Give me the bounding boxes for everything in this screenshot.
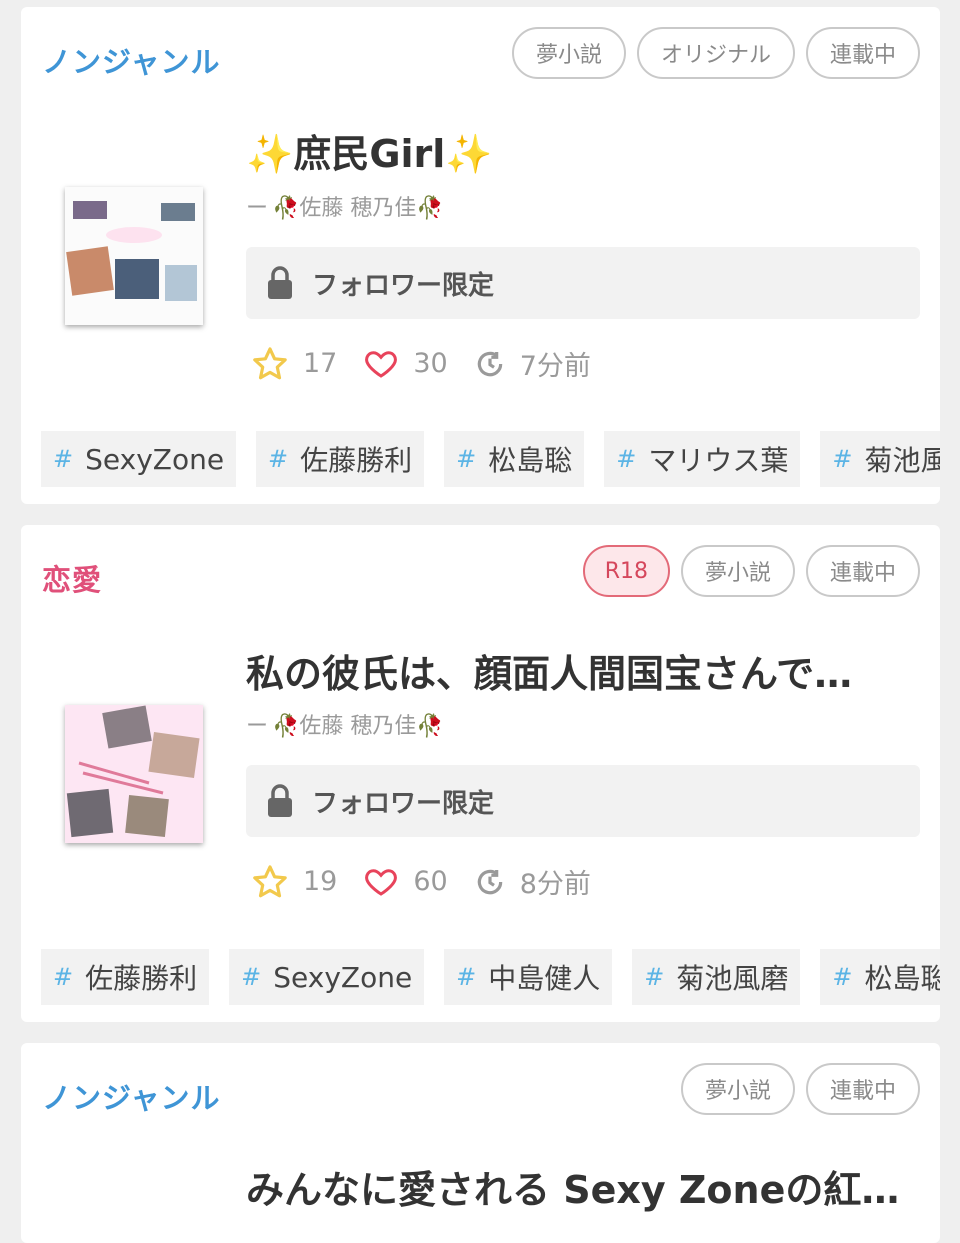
novel-title-text: 庶民Girl [293, 132, 446, 176]
tag-chip[interactable]: # 松島聡 [820, 949, 940, 1005]
badge-dream-novel: 夢小説 [511, 27, 626, 79]
tag-chip[interactable]: # 中島健人 [444, 949, 613, 1005]
tag-chip[interactable]: # 佐藤勝利 [256, 431, 425, 487]
badge-row: 夢小説 オリジナル 連載中 [511, 27, 920, 79]
stats-row: 17 30 7分前 [251, 344, 617, 383]
badge-original: オリジナル [636, 27, 795, 79]
tag-chip[interactable]: # マリウス葉 [604, 431, 801, 487]
star-icon [253, 346, 287, 379]
badge-dream-novel: 夢小説 [680, 1063, 795, 1115]
tag-label: 松島聡 [864, 962, 940, 995]
tag-label: SexyZone [85, 442, 225, 476]
novel-card[interactable]: ノンジャンル 夢小説 連載中 みんなに愛される Sexy Zoneの紅… [21, 1043, 940, 1243]
star-count: 19 [303, 866, 338, 897]
author-prefix: ー [246, 714, 269, 739]
tag-chip[interactable]: # 菊池風 [820, 431, 940, 487]
clock-icon [477, 869, 502, 894]
tag-label: 菊池風磨 [676, 962, 789, 995]
updated-time: 7分前 [519, 351, 591, 382]
author[interactable]: ー 🥀佐藤 穂乃佳🥀 [246, 190, 444, 222]
tag-label: 松島聡 [488, 444, 573, 477]
badge-row: 夢小説 連載中 [680, 1063, 920, 1115]
lock-icon [268, 784, 292, 817]
cover-image[interactable] [65, 705, 203, 843]
tag-row: # 佐藤勝利 # SexyZone # 中島健人 # 菊池風磨 # 松島聡 [41, 949, 940, 1005]
tag-chip[interactable]: # 松島聡 [444, 431, 585, 487]
author-name: 🥀佐藤 穂乃佳🥀 [272, 196, 444, 221]
tag-chip[interactable]: # SexyZone [229, 949, 425, 1005]
novel-card[interactable]: ノンジャンル 夢小説 オリジナル 連載中 ✨庶民Girl✨ ー 🥀佐藤 穂乃佳🥀 [21, 7, 940, 504]
updated-time: 8分前 [519, 869, 591, 900]
followers-only-label: フォロワー限定 [312, 270, 495, 301]
novel-title[interactable]: みんなに愛される Sexy Zoneの紅… [246, 1159, 926, 1214]
stats-row: 19 60 8分前 [251, 862, 617, 901]
novel-title[interactable]: ✨庶民Girl✨ [246, 123, 926, 178]
tag-row: # SexyZone # 佐藤勝利 # 松島聡 # マリウス葉 # 菊池風 [41, 431, 940, 487]
tag-chip[interactable]: # SexyZone [41, 431, 237, 487]
heart-icon [365, 868, 398, 896]
followers-only-banner: フォロワー限定 [246, 247, 920, 319]
badge-r18: R18 [582, 545, 670, 597]
sparkle-emoji: ✨ [445, 132, 493, 176]
badge-serializing: 連載中 [805, 27, 920, 79]
lock-icon [268, 266, 292, 299]
cover-image[interactable] [65, 187, 203, 325]
author-name: 🥀佐藤 穂乃佳🥀 [272, 714, 444, 739]
author-prefix: ー [246, 196, 269, 221]
star-count: 17 [303, 348, 338, 379]
tag-label: 菊池風 [864, 444, 940, 477]
tag-label: 中島健人 [488, 962, 601, 995]
genre-label: ノンジャンル [42, 1081, 221, 1115]
author[interactable]: ー 🥀佐藤 穂乃佳🥀 [246, 708, 444, 740]
clock-icon [477, 351, 502, 376]
novel-feed: ノンジャンル 夢小説 オリジナル 連載中 ✨庶民Girl✨ ー 🥀佐藤 穂乃佳🥀 [0, 0, 960, 1243]
genre-label: ノンジャンル [42, 45, 221, 79]
tag-label: 佐藤勝利 [85, 962, 198, 995]
badge-serializing: 連載中 [805, 1063, 920, 1115]
tag-chip[interactable]: # 菊池風磨 [632, 949, 801, 1005]
like-count: 60 [413, 866, 448, 897]
badge-dream-novel: 夢小説 [680, 545, 795, 597]
like-count: 30 [413, 348, 448, 379]
tag-label: 佐藤勝利 [300, 444, 413, 477]
badge-row: R18 夢小説 連載中 [582, 545, 920, 597]
tag-chip[interactable]: # 佐藤勝利 [41, 949, 210, 1005]
tag-label: SexyZone [273, 960, 413, 994]
followers-only-banner: フォロワー限定 [246, 765, 920, 837]
badge-serializing: 連載中 [805, 545, 920, 597]
heart-icon [365, 350, 398, 378]
novel-card[interactable]: 恋愛 R18 夢小説 連載中 私の彼氏は、顔面人間国宝さんで… ー 🥀佐藤 穂乃… [21, 525, 940, 1022]
novel-title[interactable]: 私の彼氏は、顔面人間国宝さんで… [246, 643, 926, 698]
tag-label: マリウス葉 [648, 444, 789, 477]
genre-label: 恋愛 [42, 563, 103, 597]
star-icon [253, 864, 287, 897]
sparkle-emoji: ✨ [246, 132, 294, 176]
followers-only-label: フォロワー限定 [312, 788, 495, 819]
